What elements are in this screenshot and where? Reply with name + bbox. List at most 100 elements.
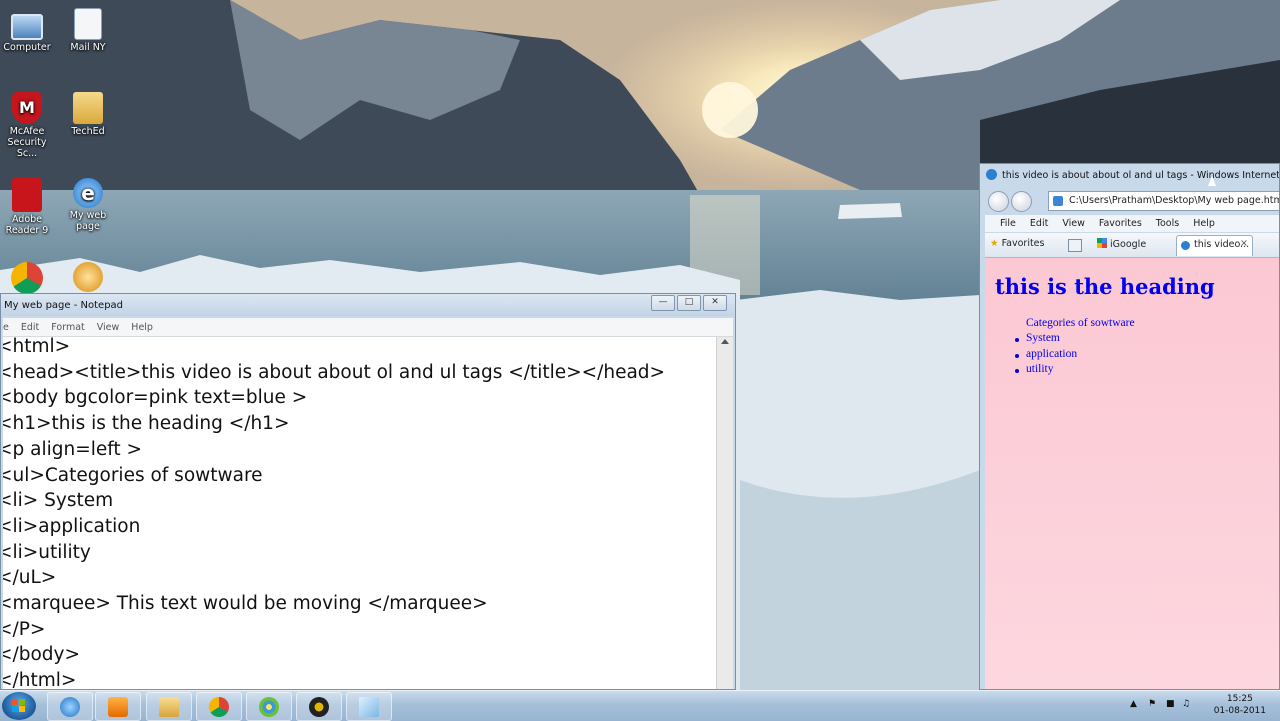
notepad-title: My web page - Notepad [4,300,124,311]
notepad-window[interactable]: My web page - Notepad — □ ✕ e Edit Forma… [0,293,736,690]
taskbar-media-player-button[interactable] [95,692,141,721]
desktop-icon-teched[interactable]: TechEd [58,92,118,137]
taskbar-file-explorer-button[interactable] [146,692,192,721]
internet-explorer-window[interactable]: this video is about about ol and ul tags… [979,163,1280,690]
category-list: System application utility [1014,332,1077,379]
desktop-icon-label: TechEd [71,126,105,137]
vertical-scrollbar[interactable] [716,337,733,689]
code-line: <ul>Categories of sowtware [3,464,263,486]
minimize-button[interactable]: — [651,295,675,311]
paint-icon [259,697,279,717]
menu-format[interactable]: Format [45,318,90,336]
list-item: utility [1014,363,1077,379]
code-line: </html> [3,670,77,689]
desktop-icon-media-player[interactable] [58,262,118,294]
document-icon [74,8,102,40]
clock-time: 15:25 [1226,694,1253,704]
page-heading: this is the heading [995,274,1215,299]
folder-icon [73,92,103,124]
forward-button[interactable] [1011,191,1032,212]
address-bar[interactable]: C:\Users\Pratham\Desktop\My web page.htm… [1048,191,1280,211]
winamp-icon [309,697,329,717]
chrome-icon [209,697,229,717]
ie-menu-file[interactable]: File [985,215,1023,232]
windows-logo-icon [12,699,25,712]
ie-menu-edit[interactable]: Edit [1023,215,1055,232]
quick-tabs-icon[interactable] [1068,239,1082,252]
desktop-icon-mail-ny[interactable]: Mail NY [58,8,118,53]
favorites-bar: ★ Favorites iGoogle this video... × [985,233,1279,258]
maximize-button[interactable]: □ [677,295,701,311]
menu-view[interactable]: View [91,318,126,336]
volume-icon[interactable]: ♫ [1182,699,1194,711]
taskbar-notepad-button[interactable] [346,692,392,721]
network-icon[interactable]: ■ [1166,699,1178,711]
mouse-cursor-icon [1208,176,1216,186]
desktop-icon-label: McAfee Security Sc... [7,126,47,159]
desktop-icon-mcafee[interactable]: M McAfee Security Sc... [0,92,57,159]
favorites-label: Favorites [1001,238,1045,249]
igoogle-link[interactable]: iGoogle [1097,238,1146,250]
code-line: </P> [3,618,46,640]
list-caption: Categories of sowtware [1026,317,1135,329]
desktop-icon-label: Computer [3,42,51,53]
favorites-button[interactable]: ★ Favorites [990,238,1044,249]
internet-explorer-icon: e [73,178,103,208]
taskbar-paint-button[interactable] [246,692,292,721]
desktop-icon-my-web-page[interactable]: e My web page [58,178,118,232]
notepad-code[interactable]: <html> <head><title>this video is about a… [3,337,710,689]
code-line: </body> [3,644,80,666]
computer-icon [11,14,43,40]
menu-edit[interactable]: Edit [15,318,45,336]
system-tray: ▲ ⚑ ■ ♫ 15:25 01-08-2011 [1120,691,1280,721]
code-line: <li> System [3,490,114,512]
ie-menu-tools[interactable]: Tools [1149,215,1186,232]
internet-explorer-icon [60,697,80,717]
desktop-icon-adobe-reader[interactable]: Adobe Reader 9 [0,178,57,236]
address-text: C:\Users\Pratham\Desktop\My web page.htm… [1069,195,1280,206]
notepad-menubar: e Edit Format View Help [3,318,733,337]
ie-titlebar[interactable]: this video is about about ol and ul tags… [980,164,1279,186]
action-center-flag-icon[interactable]: ⚑ [1148,699,1160,711]
ie-menu-help[interactable]: Help [1186,215,1222,232]
close-button[interactable]: ✕ [703,295,727,311]
desktop-icon-chrome[interactable] [0,262,57,296]
desktop-icon-label: Adobe Reader 9 [5,214,49,236]
back-button[interactable] [988,191,1009,212]
show-hidden-icons-icon[interactable]: ▲ [1130,699,1142,711]
mcafee-shield-icon: M [12,92,42,124]
ie-logo-icon [986,169,997,180]
page-icon [1053,196,1063,206]
adobe-reader-icon [12,178,42,212]
taskbar-winamp-button[interactable] [296,692,342,721]
igoogle-label: iGoogle [1110,239,1147,250]
code-line: </uL> [3,567,57,589]
star-icon: ★ [990,238,999,249]
google-icon [1097,238,1107,248]
media-player-icon [73,262,103,292]
notepad-titlebar[interactable]: My web page - Notepad — □ ✕ [1,294,735,316]
start-button[interactable] [2,692,36,720]
code-line: <html> [3,337,71,357]
scroll-up-arrow-icon[interactable] [721,339,729,344]
clock[interactable]: 15:25 01-08-2011 [1214,693,1266,717]
desktop-icon-computer[interactable]: Computer [0,8,57,53]
taskbar-ie-button[interactable] [47,692,93,721]
clock-date: 01-08-2011 [1213,706,1266,716]
ie-title: this video is about about ol and ul tags… [1002,170,1279,181]
taskbar: ▲ ⚑ ■ ♫ 15:25 01-08-2011 [0,690,1280,721]
taskbar-chrome-button[interactable] [196,692,242,721]
tab-close-icon[interactable]: × [1240,238,1248,249]
code-line: <h1>this is the heading </h1> [3,413,290,435]
notepad-text-area[interactable]: <html> <head><title>this video is about a… [3,337,716,689]
ie-nav-row: C:\Users\Pratham\Desktop\My web page.htm… [980,188,1279,214]
browser-tab[interactable]: this video... × [1176,235,1253,256]
code-line: <head><title>this video is about about o… [3,361,666,383]
menu-help[interactable]: Help [125,318,159,336]
code-line: <p align=left > [3,438,143,460]
ie-menu-favorites[interactable]: Favorites [1092,215,1149,232]
code-line: <body bgcolor=pink text=blue > [3,387,308,409]
ie-menu-view[interactable]: View [1055,215,1092,232]
menu-file[interactable]: e [3,318,15,336]
media-player-icon [108,697,128,717]
